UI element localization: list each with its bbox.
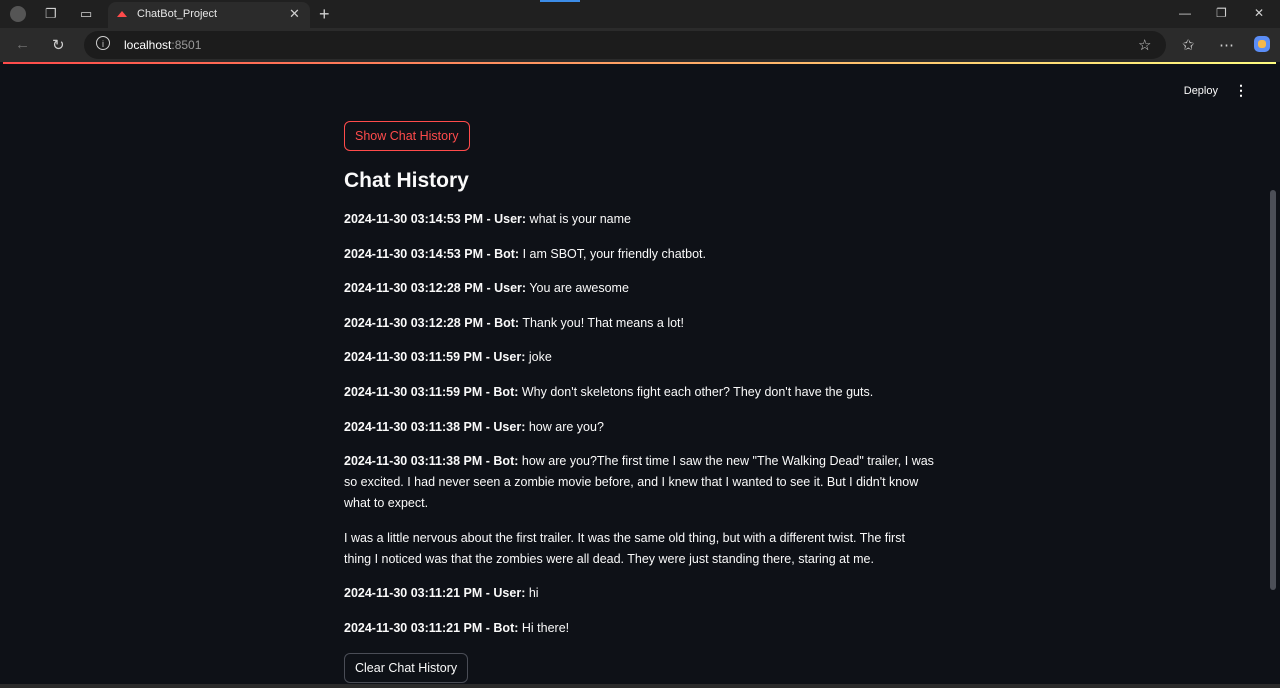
main-menu-icon[interactable]: ⋮ — [1234, 82, 1248, 99]
url-host: localhost — [124, 38, 172, 52]
message-meta: 2024-11-30 03:11:21 PM - Bot: — [344, 620, 519, 635]
maximize-icon[interactable]: ❐ — [1216, 6, 1227, 20]
message-text: joke — [528, 350, 552, 365]
chat-message: 2024-11-30 03:11:21 PM - User: hi — [344, 583, 934, 604]
page-title: Chat History — [344, 169, 469, 192]
close-window-icon[interactable]: ✕ — [1254, 6, 1264, 20]
back-icon[interactable]: ← — [15, 36, 30, 53]
url-port: :8501 — [171, 38, 202, 52]
chat-message: 2024-11-30 03:11:59 PM - Bot: Why don't … — [344, 382, 934, 403]
site-info-icon[interactable]: i — [96, 36, 110, 50]
message-meta: 2024-11-30 03:14:53 PM - Bot: — [344, 246, 520, 261]
chat-message: 2024-11-30 03:12:28 PM - Bot: Thank you!… — [344, 313, 934, 334]
message-meta: 2024-11-30 03:14:53 PM - User: — [344, 212, 527, 226]
streamlit-favicon-icon — [117, 11, 127, 17]
message-text: I was a little nervous about the first t… — [344, 530, 905, 566]
close-tab-icon[interactable]: ✕ — [289, 6, 300, 22]
tab-actions-icon[interactable]: ▭ — [80, 6, 92, 22]
minimize-icon[interactable]: — — [1179, 6, 1191, 20]
message-text: You are awesome — [529, 281, 629, 296]
message-text: how are you? — [528, 419, 604, 434]
app-viewport: Deploy ⋮ Show Chat History Chat History … — [3, 64, 1276, 688]
favorite-star-icon[interactable]: ☆ — [1138, 36, 1151, 54]
message-meta: 2024-11-30 03:12:28 PM - Bot: — [344, 315, 520, 330]
url-text[interactable]: localhost:8501 — [124, 38, 201, 52]
chat-message: 2024-11-30 03:11:21 PM - Bot: Hi there! — [344, 618, 934, 639]
message-text: Why don't skeletons fight each other? Th… — [521, 384, 874, 399]
message-meta: 2024-11-30 03:12:28 PM - User: — [344, 281, 527, 296]
more-icon[interactable]: ⋯ — [1219, 36, 1234, 54]
tab-strip-accent — [540, 0, 580, 2]
message-meta: 2024-11-30 03:11:59 PM - User: — [344, 350, 526, 365]
bottom-edge — [0, 684, 1280, 688]
message-meta: 2024-11-30 03:11:38 PM - Bot: — [344, 454, 519, 469]
chat-message: 2024-11-30 03:11:59 PM - User: joke — [344, 347, 934, 368]
copilot-icon[interactable] — [1253, 35, 1271, 53]
collections-icon[interactable]: ❐ — [45, 6, 57, 22]
main-content: Show Chat History Chat History 2024-11-3… — [344, 121, 934, 683]
favorites-icon[interactable]: ✩ — [1182, 36, 1195, 54]
chat-message: 2024-11-30 03:14:53 PM - User: what is y… — [344, 209, 934, 230]
new-tab-icon[interactable]: + — [319, 4, 330, 25]
scrollbar[interactable] — [1270, 190, 1276, 590]
profile-avatar-icon[interactable] — [10, 6, 26, 22]
message-meta: 2024-11-30 03:11:38 PM - User: — [344, 419, 526, 434]
chat-message: 2024-11-30 03:11:38 PM - User: how are y… — [344, 417, 934, 438]
message-text: Thank you! That means a lot! — [522, 315, 685, 330]
chat-message: 2024-11-30 03:11:38 PM - Bot: how are yo… — [344, 451, 934, 514]
deploy-button[interactable]: Deploy — [1184, 85, 1218, 97]
message-meta: 2024-11-30 03:11:59 PM - Bot: — [344, 384, 519, 399]
clear-chat-history-button[interactable]: Clear Chat History — [344, 652, 469, 683]
chat-message: 2024-11-30 03:14:53 PM - Bot: I am SBOT,… — [344, 244, 934, 265]
show-chat-history-button[interactable]: Show Chat History — [344, 121, 470, 151]
address-bar[interactable] — [84, 31, 1166, 59]
chat-message: 2024-11-30 03:12:28 PM - User: You are a… — [344, 278, 934, 299]
tab-title: ChatBot_Project — [137, 8, 218, 20]
message-meta: 2024-11-30 03:11:21 PM - User: — [344, 586, 526, 601]
message-text: hi — [528, 586, 539, 601]
message-text: I am SBOT, your friendly chatbot. — [522, 246, 706, 261]
chat-message-continuation: I was a little nervous about the first t… — [344, 528, 934, 570]
message-text: Hi there! — [521, 620, 570, 635]
message-text: what is your name — [529, 212, 631, 226]
refresh-icon[interactable]: ↻ — [52, 36, 65, 54]
